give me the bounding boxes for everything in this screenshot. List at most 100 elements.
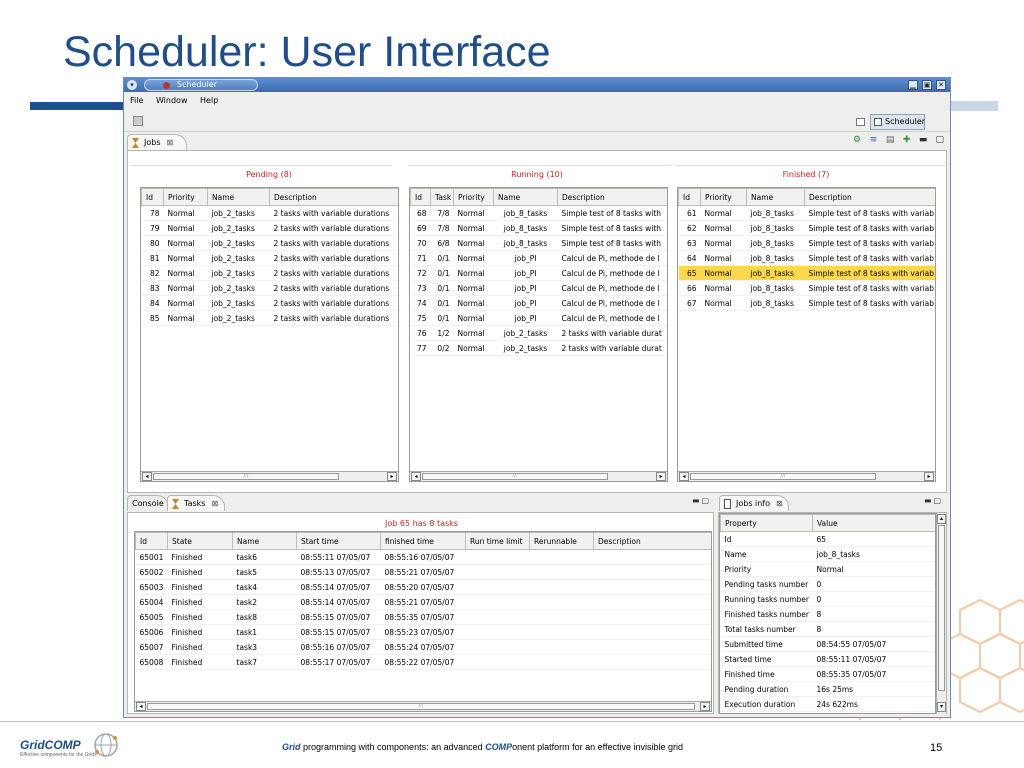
column-header[interactable]: Id [141,188,164,206]
column-header[interactable]: Id [135,532,168,550]
column-header[interactable]: Value [812,514,935,532]
column-header[interactable]: Property [720,514,813,532]
table-row[interactable]: Pending tasks number 0 [720,576,935,592]
table-row[interactable]: Started time 08:55:11 07/05/07 [720,651,935,667]
column-header[interactable]: Name [493,188,558,206]
maximize-button[interactable]: ▣ [922,80,932,90]
column-header[interactable]: Priority [163,188,208,206]
jobs-info-table[interactable]: Property Value Id 65 Name job_8_tasks Priority… [719,513,936,714]
jobs-info-pane-controls[interactable]: ▬▢ [924,496,943,505]
table-row[interactable]: Total tasks number 8 [720,621,935,637]
table-row[interactable]: 68 7/8 Normal job_8_tasks Simple test of 8 t… [410,205,667,221]
table-row[interactable]: 65004 Finished task2 08:55:14 07/05/07 08:55… [135,594,711,610]
menu-window[interactable]: Window [156,94,188,108]
add-icon[interactable]: ✚ [902,135,912,145]
open-perspective-icon[interactable] [856,118,865,126]
table-row[interactable]: Id 65 [720,531,935,547]
table-row[interactable]: 80 Normal job_2_tasks 2 tasks with variable… [141,235,398,251]
table-row[interactable]: 82 Normal job_2_tasks 2 tasks with variable… [141,265,398,281]
table-row[interactable]: 65002 Finished task5 08:55:13 07/05/07 08:55… [135,564,711,580]
minimize-button[interactable]: ▁ [908,80,918,90]
table-row[interactable]: 65 Normal job_8_tasks Simple test of 8 task… [678,265,935,281]
table-row[interactable]: Execution duration 24s 622ms [720,696,935,712]
table-row[interactable]: 61 Normal job_8_tasks Simple test of 8 task… [678,205,935,221]
tab-jobs[interactable]: Jobs ⊠ [127,134,187,150]
close-button[interactable]: ✕ [936,80,946,90]
maximize-view-icon[interactable]: ▢ [935,135,945,145]
table-row[interactable]: 66 Normal job_8_tasks Simple test of 8 task… [678,280,935,296]
table-row[interactable]: 79 Normal job_2_tasks 2 tasks with variable… [141,220,398,236]
close-tab-icon[interactable]: ⊠ [776,499,783,508]
perspective-scheduler-button[interactable]: Scheduler [870,114,925,130]
table-row[interactable]: 81 Normal job_2_tasks 2 tasks with variable… [141,250,398,266]
table-row[interactable]: 75 0/1 Normal job_PI Calcul de Pi, methode d… [410,310,667,326]
column-header[interactable]: Priority [700,188,747,206]
finished-table[interactable]: Id Priority Name Description 61 Normal job_8_t… [677,187,936,482]
table-row[interactable]: 65008 Finished task7 08:55:17 07/05/07 08:55… [135,654,711,670]
finished-hscrollbar[interactable]: ◂ /// ▸ [678,471,935,481]
column-header[interactable]: Task [430,188,454,206]
column-header[interactable]: Start time [296,532,381,550]
table-row[interactable]: 76 1/2 Normal job_2_tasks 2 tasks with varia… [410,325,667,341]
column-header[interactable]: Name [207,188,270,206]
menu-help[interactable]: Help [200,94,218,108]
table-row[interactable]: Priority Normal [720,561,935,577]
column-header[interactable]: Name [746,188,805,206]
table-row[interactable]: 69 7/8 Normal job_8_tasks Simple test of 8 t… [410,220,667,236]
close-tab-icon[interactable]: ⊠ [167,138,174,147]
column-header[interactable]: finished time [380,532,466,550]
column-header[interactable]: Description [804,188,935,206]
table-row[interactable]: 65007 Finished task3 08:55:16 07/05/07 08:55… [135,639,711,655]
table-row[interactable]: 62 Normal job_8_tasks Simple test of 8 task… [678,220,935,236]
column-header[interactable]: Id [410,188,431,206]
table-row[interactable]: 65005 Finished task8 08:55:15 07/05/07 08:55… [135,609,711,625]
table-row[interactable]: 72 0/1 Normal job_PI Calcul de Pi, methode d… [410,265,667,281]
table-row[interactable]: 63 Normal job_8_tasks Simple test of 8 task… [678,235,935,251]
tab-jobs-info[interactable]: Jobs info ⊠ [719,495,789,511]
window-titlebar[interactable]: ▾ Scheduler ▁ ▣ ✕ [124,78,950,92]
save-icon[interactable] [133,116,143,126]
jobs-info-vscrollbar[interactable]: ▴ ▾ [936,513,946,714]
list-icon[interactable]: ≡ [869,135,879,145]
table-row[interactable]: 73 0/1 Normal job_PI Calcul de Pi, methode d… [410,280,667,296]
column-header[interactable]: State [167,532,233,550]
pending-hscrollbar[interactable]: ◂ /// ▸ [141,471,398,481]
tasks-hscrollbar[interactable]: ◂ /// ▸ [135,701,711,711]
table-row[interactable]: 71 0/1 Normal job_PI Calcul de Pi, methode d… [410,250,667,266]
table-row[interactable]: Finished tasks number 8 [720,606,935,622]
table-row[interactable]: 85 Normal job_2_tasks 2 tasks with variable… [141,310,398,326]
table-row[interactable]: Pending duration 16s 25ms [720,681,935,697]
column-header[interactable]: Priority [453,188,494,206]
column-header[interactable]: Rerunnable [529,532,594,550]
pending-table[interactable]: Id Priority Name Description 78 Normal job_2_t… [140,187,399,482]
column-header[interactable]: Description [593,532,711,550]
table-row[interactable]: 83 Normal job_2_tasks 2 tasks with variable… [141,280,398,296]
table-row[interactable]: 65006 Finished task1 08:55:15 07/05/07 08:55… [135,624,711,640]
tasks-table[interactable]: Id State Name Start time finished time Run ti… [134,531,712,712]
column-header[interactable]: Name [232,532,297,550]
column-header[interactable]: Run time limit [465,532,530,550]
print-icon[interactable]: ▤ [885,135,895,145]
table-row[interactable]: 77 0/2 Normal job_2_tasks 2 tasks with varia… [410,340,667,356]
table-row[interactable]: Finished time 08:55:35 07/05/07 [720,666,935,682]
close-tab-icon[interactable]: ⊠ [211,499,218,508]
table-row[interactable]: 74 0/1 Normal job_PI Calcul de Pi, methode d… [410,295,667,311]
table-row[interactable]: 64 Normal job_8_tasks Simple test of 8 task… [678,250,935,266]
table-row[interactable]: Name job_8_tasks [720,546,935,562]
window-menu-button[interactable]: ▾ [127,80,137,90]
minimize-view-icon[interactable]: ▬ [918,135,928,145]
table-row[interactable]: 65001 Finished task6 08:55:11 07/05/07 08:55… [135,549,711,565]
running-hscrollbar[interactable]: ◂ /// ▸ [410,471,667,481]
column-header[interactable]: Description [269,188,398,206]
menu-file[interactable]: File [130,94,143,108]
table-row[interactable]: 70 6/8 Normal job_8_tasks Simple test of 8 t… [410,235,667,251]
tab-tasks[interactable]: Tasks ⊠ [167,495,225,511]
table-row[interactable]: 67 Normal job_8_tasks Simple test of 8 task… [678,295,935,311]
running-table[interactable]: Id Task Priority Name Description 68 7/8 Normal… [409,187,668,482]
table-row[interactable]: Running tasks number 0 [720,591,935,607]
column-header[interactable]: Id [678,188,701,206]
tab-console[interactable]: Console [127,495,169,511]
table-row[interactable]: Submitted time 08:54:55 07/05/07 [720,636,935,652]
run-icon[interactable]: ⚙ [852,135,862,145]
table-row[interactable]: 78 Normal job_2_tasks 2 tasks with variable… [141,205,398,221]
